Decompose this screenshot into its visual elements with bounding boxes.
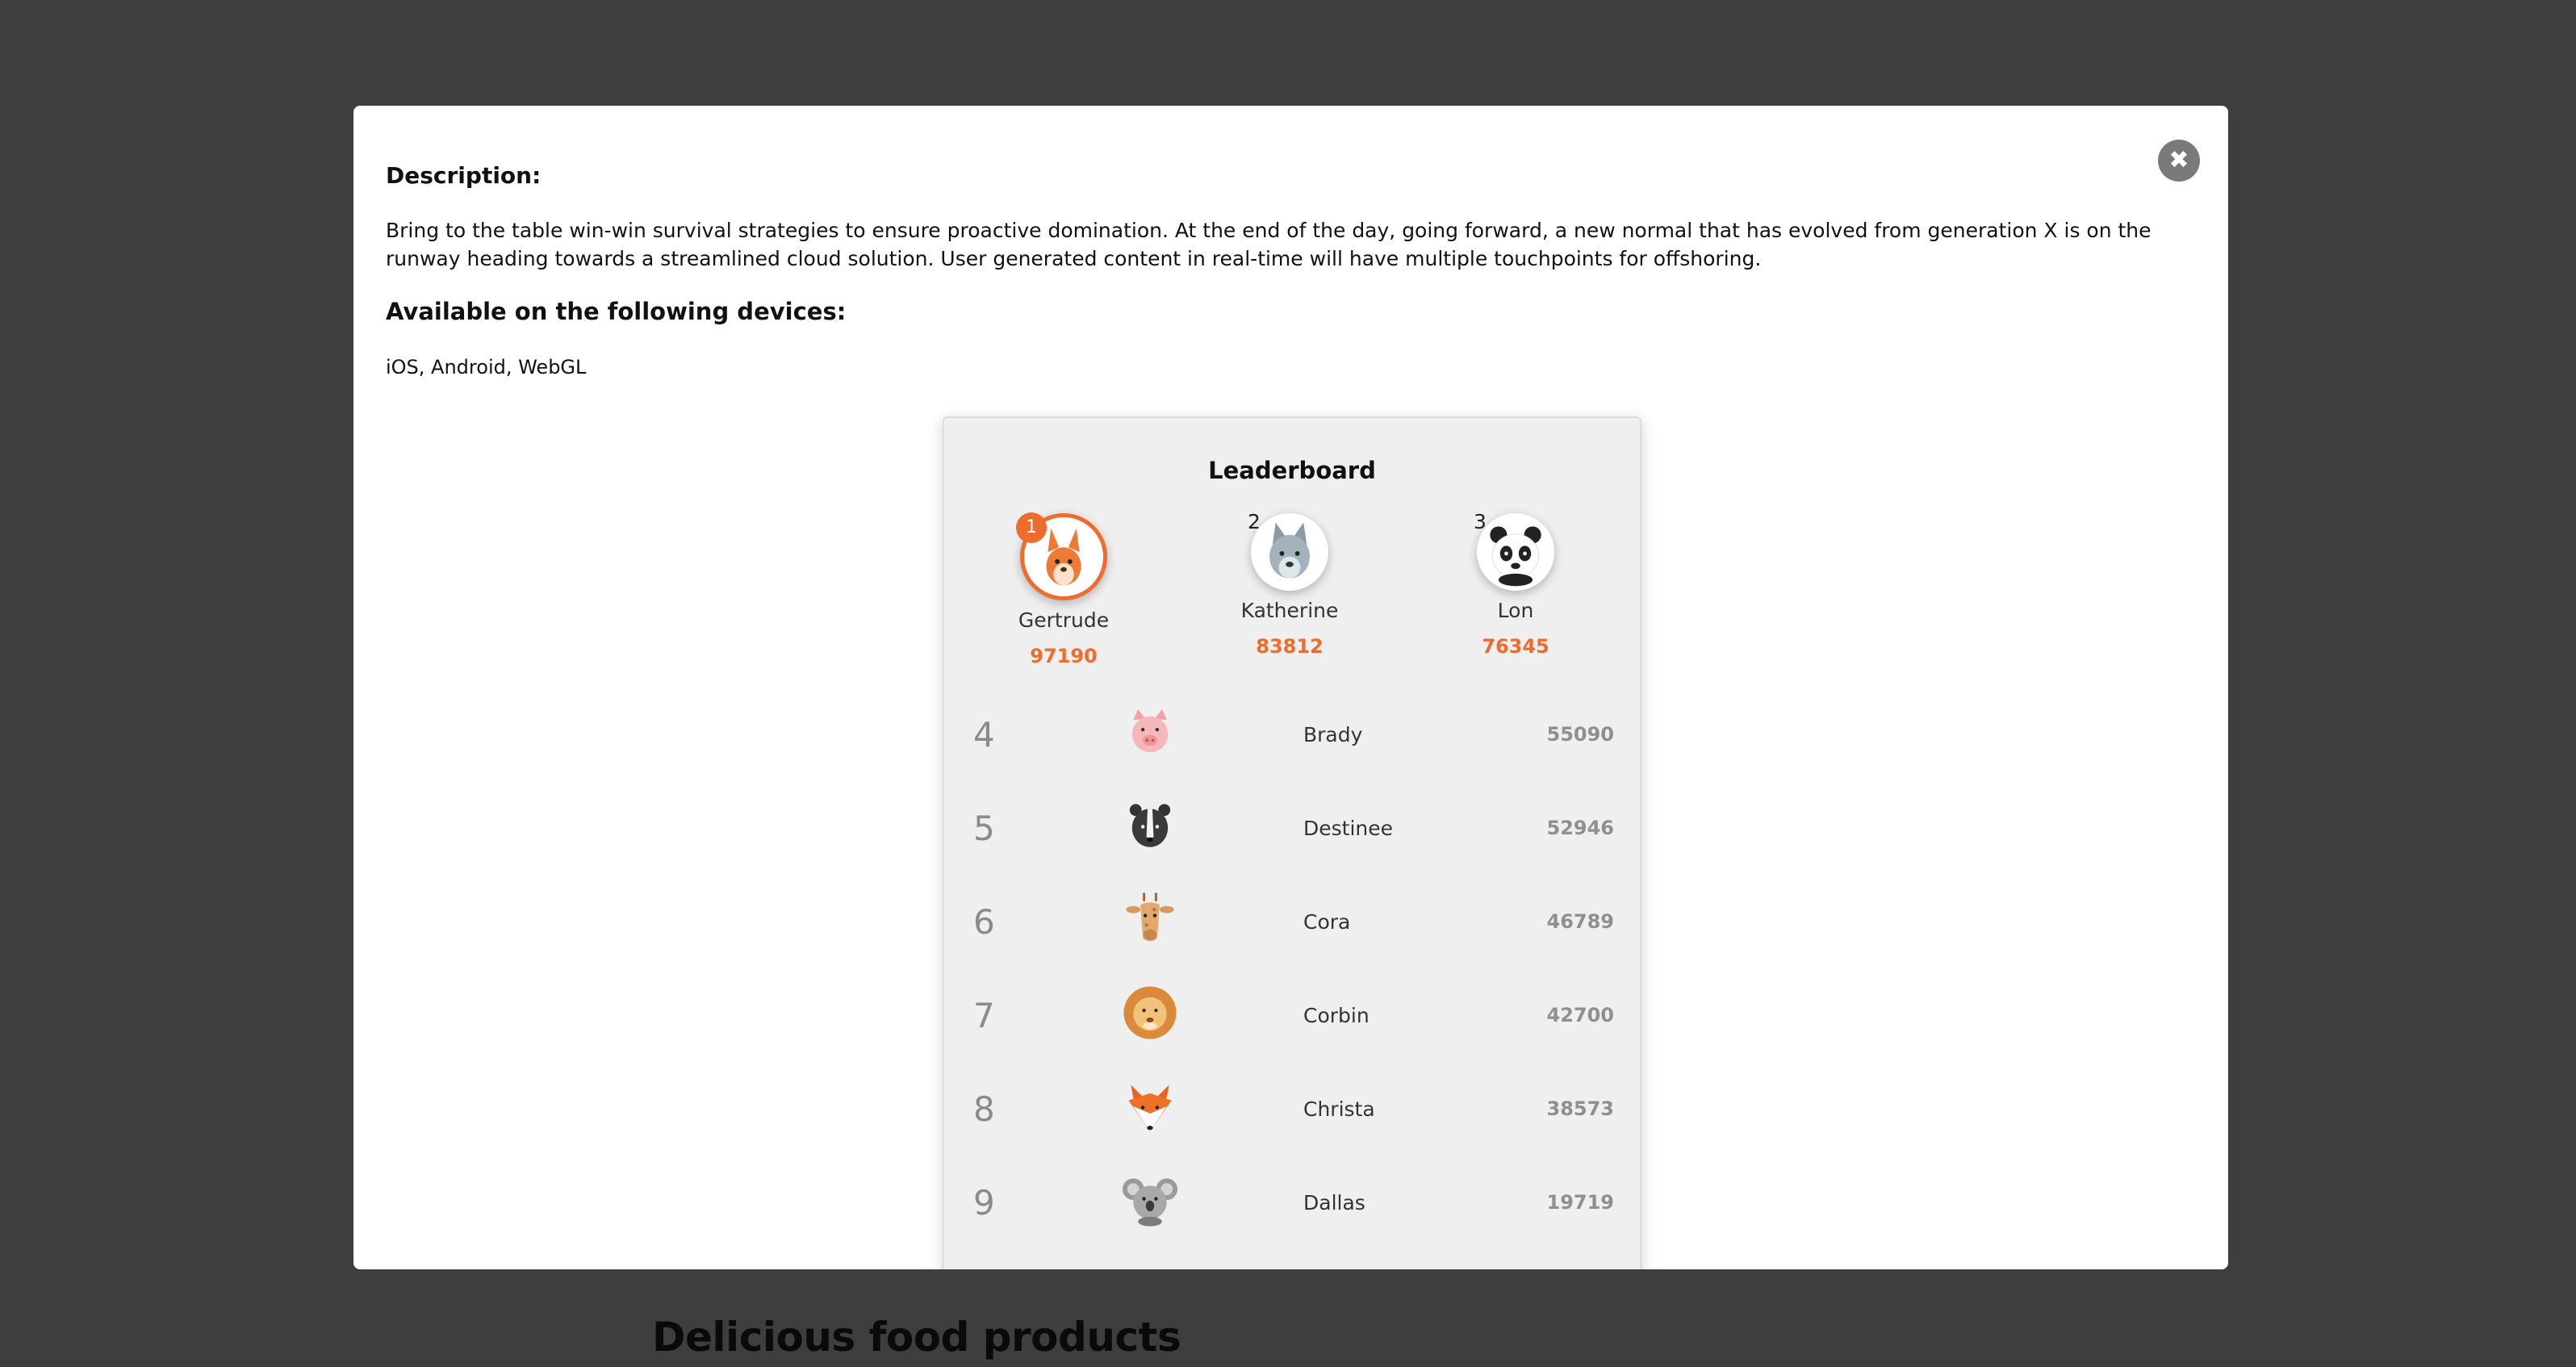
row-score: 46789 [1546, 910, 1615, 933]
row-name: Dallas [1303, 1191, 1365, 1214]
row-name: Corbin [1303, 1004, 1370, 1027]
leaderboard-row[interactable]: 7 Corbin 42700 [944, 973, 1640, 1067]
podium-second-place: 2 Katherine 83812 [1201, 510, 1378, 658]
rank-number: 2 [1248, 510, 1261, 533]
row-name: Brady [1303, 723, 1363, 746]
row-name: Destinee [1303, 817, 1394, 840]
pig-icon [1131, 709, 1169, 753]
row-score: 38573 [1546, 1097, 1615, 1120]
podium-name: Katherine [1240, 599, 1339, 622]
podium-score: 97190 [1030, 645, 1098, 667]
game-details-modal: ✖ Description: Bring to the table win-wi… [353, 106, 2228, 1269]
fox-icon [1128, 1085, 1172, 1132]
leaderboard-row[interactable]: 4 Brady 55090 [944, 692, 1640, 786]
row-rank: 6 [973, 902, 995, 942]
koala-icon [1122, 1178, 1178, 1227]
skunk-icon [1129, 804, 1171, 847]
rank-number: 3 [1474, 510, 1487, 533]
row-name: Christa [1303, 1097, 1375, 1121]
panda-icon: 3 [1474, 510, 1554, 591]
row-score: 19719 [1546, 1191, 1615, 1214]
leaderboard-row[interactable]: 5 Destinee 52946 [944, 786, 1640, 880]
leaderboard-title: Leaderboard [1208, 457, 1376, 484]
close-button[interactable]: ✖ [2158, 140, 2200, 182]
row-rank: 9 [973, 1183, 995, 1223]
row-rank: 5 [973, 809, 995, 848]
row-name: Cora [1303, 910, 1351, 934]
row-score: 42700 [1546, 1004, 1615, 1026]
row-score: 55090 [1546, 723, 1615, 746]
devices-list: iOS, Android, WebGL [386, 356, 587, 378]
podium-first-place: 1 Gertrude 97190 [975, 512, 1152, 667]
devices-title: Available on the following devices: [386, 298, 847, 325]
leaderboard-row[interactable]: 6 Cora 46789 [944, 880, 1640, 973]
description-text: Bring to the table win-win survival stra… [386, 219, 2152, 270]
lion-icon [1123, 986, 1177, 1039]
leaderboard-panel[interactable]: Leaderboard 1 Gertrude 97190 2 Katherine… [943, 416, 1641, 1269]
description-title: Description: [386, 162, 542, 189]
squirrel-icon: 1 [1016, 512, 1107, 600]
row-score: 52946 [1546, 817, 1615, 839]
row-rank: 7 [973, 996, 995, 1035]
podium-name: Lon [1497, 599, 1534, 622]
row-rank: 4 [973, 715, 995, 755]
wolf-icon: 2 [1248, 510, 1328, 591]
podium-name: Gertrude [1018, 608, 1110, 632]
leaderboard-row[interactable]: 8 Christa 38573 [944, 1067, 1640, 1160]
leaderboard-list: 4 Brady 55090 5 Destinee 52946 6 Cora 46… [944, 692, 1640, 1269]
podium-score: 83812 [1256, 635, 1324, 658]
animal-avatar-icon [1120, 1264, 1180, 1269]
giraffe-icon [1126, 893, 1174, 942]
leaderboard-row-partial [944, 1254, 1640, 1269]
rank-badge: 1 [1016, 512, 1047, 543]
podium-score: 76345 [1482, 635, 1549, 658]
row-rank: 8 [973, 1089, 995, 1129]
background-section-heading: Delicious food products [652, 1314, 1181, 1361]
leaderboard-row[interactable]: 9 Dallas 19719 [944, 1160, 1640, 1254]
podium-third-place: 3 Lon 76345 [1427, 510, 1604, 658]
